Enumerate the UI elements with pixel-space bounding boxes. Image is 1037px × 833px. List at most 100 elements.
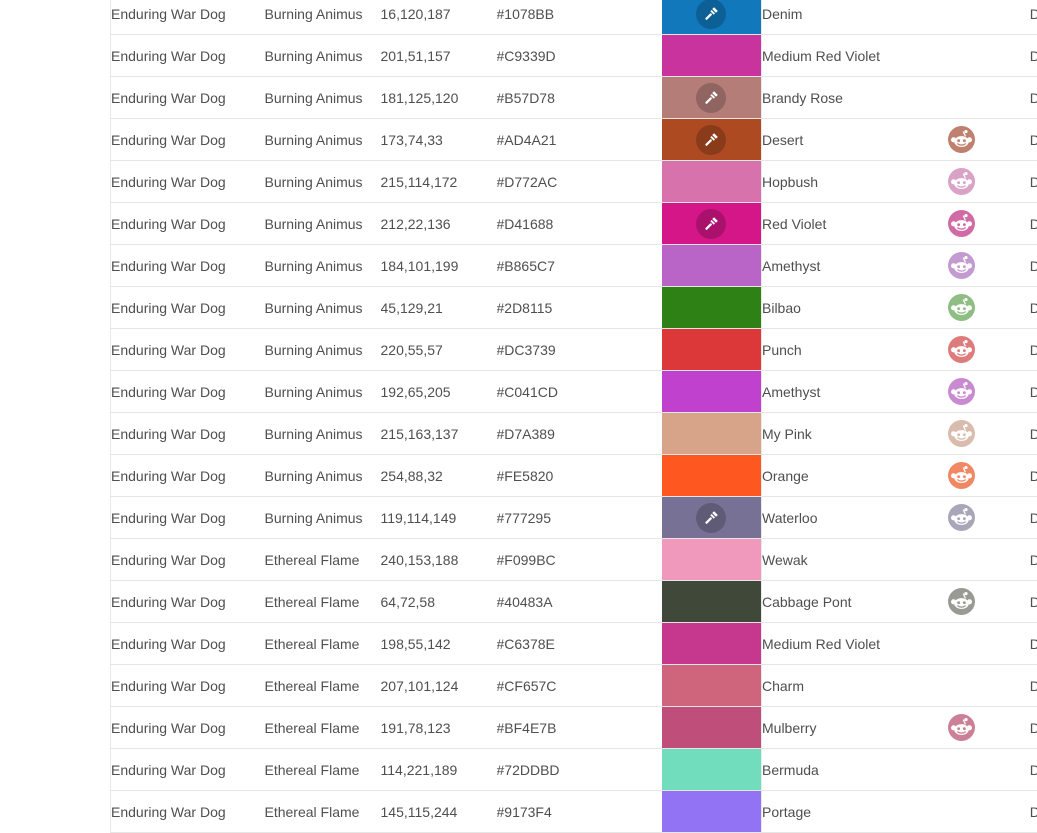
cell-badge xyxy=(927,371,997,413)
cell-details: Details xyxy=(997,581,1037,623)
gavel-icon[interactable] xyxy=(696,209,726,239)
gavel-icon[interactable] xyxy=(696,125,726,155)
color-swatch xyxy=(662,203,762,244)
details-link[interactable]: Details xyxy=(1030,342,1037,358)
cell-hex-value: #D7A389 xyxy=(497,413,662,455)
details-link[interactable]: Details xyxy=(1030,468,1037,484)
cell-group-name: Burning Animus xyxy=(265,203,381,245)
reddit-alien-icon[interactable] xyxy=(948,294,975,321)
reddit-alien-icon[interactable] xyxy=(948,714,975,741)
details-link[interactable]: Details xyxy=(1030,510,1037,526)
cell-rgb-value: 201,51,157 xyxy=(381,35,497,77)
cell-color-swatch xyxy=(662,287,762,329)
reddit-alien-icon[interactable] xyxy=(948,252,975,279)
details-link[interactable]: Details xyxy=(1030,174,1037,190)
cell-hex-value: #F099BC xyxy=(497,539,662,581)
color-swatch xyxy=(662,329,762,370)
reddit-alien-icon[interactable] xyxy=(948,126,975,153)
cell-color-swatch xyxy=(662,455,762,497)
details-link[interactable]: Details xyxy=(1030,678,1037,694)
cell-badge xyxy=(927,0,997,35)
cell-details: Details xyxy=(997,455,1037,497)
table-row: Enduring War DogBurning Animus181,125,12… xyxy=(111,77,1037,119)
gavel-icon[interactable] xyxy=(696,83,726,113)
cell-hex-value: #B57D78 xyxy=(497,77,662,119)
cell-hex-value: #C041CD xyxy=(497,371,662,413)
reddit-alien-icon[interactable] xyxy=(948,378,975,405)
details-link[interactable]: Details xyxy=(1030,300,1037,316)
cell-rgb-value: 207,101,124 xyxy=(381,665,497,707)
cell-entity-name: Enduring War Dog xyxy=(111,581,265,623)
cell-rgb-value: 215,114,172 xyxy=(381,161,497,203)
cell-entity-name: Enduring War Dog xyxy=(111,329,265,371)
color-swatch xyxy=(662,665,762,706)
table-row: Enduring War DogBurning Animus201,51,157… xyxy=(111,35,1037,77)
details-link[interactable]: Details xyxy=(1030,594,1037,610)
reddit-alien-icon[interactable] xyxy=(948,504,975,531)
details-link[interactable]: Details xyxy=(1030,90,1037,106)
details-link[interactable]: Details xyxy=(1030,426,1037,442)
table-row: Enduring War DogEthereal Flame240,153,18… xyxy=(111,539,1037,581)
cell-color-name: Desert xyxy=(762,119,927,161)
details-link[interactable]: Details xyxy=(1030,720,1037,736)
cell-group-name: Burning Animus xyxy=(265,77,381,119)
gavel-icon[interactable] xyxy=(696,0,726,29)
cell-hex-value: #1078BB xyxy=(497,0,662,35)
cell-badge xyxy=(927,287,997,329)
cell-color-name: Amethyst xyxy=(762,371,927,413)
cell-hex-value: #C6378E xyxy=(497,623,662,665)
cell-badge xyxy=(927,245,997,287)
details-link[interactable]: Details xyxy=(1030,258,1037,274)
cell-details: Details xyxy=(997,77,1037,119)
cell-entity-name: Enduring War Dog xyxy=(111,0,265,35)
details-link[interactable]: Details xyxy=(1030,384,1037,400)
reddit-alien-icon[interactable] xyxy=(948,168,975,195)
table-row: Enduring War DogBurning Animus192,65,205… xyxy=(111,371,1037,413)
reddit-alien-icon[interactable] xyxy=(948,588,975,615)
color-swatch xyxy=(662,119,762,160)
cell-group-name: Ethereal Flame xyxy=(265,623,381,665)
table-row: Enduring War DogEthereal Flame191,78,123… xyxy=(111,707,1037,749)
details-link[interactable]: Details xyxy=(1030,48,1037,64)
color-swatch xyxy=(662,539,762,580)
cell-badge xyxy=(927,665,997,707)
reddit-alien-icon[interactable] xyxy=(948,462,975,489)
cell-rgb-value: 64,72,58 xyxy=(381,581,497,623)
cell-group-name: Burning Animus xyxy=(265,497,381,539)
cell-group-name: Burning Animus xyxy=(265,287,381,329)
cell-color-name: Mulberry xyxy=(762,707,927,749)
cell-badge xyxy=(927,749,997,791)
details-link[interactable]: Details xyxy=(1030,6,1037,22)
table-row: Enduring War DogBurning Animus45,129,21#… xyxy=(111,287,1037,329)
cell-color-swatch xyxy=(662,245,762,287)
page-root: Enduring War DogBurning Animus16,120,187… xyxy=(0,0,1037,812)
cell-group-name: Burning Animus xyxy=(265,35,381,77)
cell-color-swatch xyxy=(662,0,762,35)
cell-rgb-value: 173,74,33 xyxy=(381,119,497,161)
cell-group-name: Burning Animus xyxy=(265,161,381,203)
cell-hex-value: #D41688 xyxy=(497,203,662,245)
details-link[interactable]: Details xyxy=(1030,132,1037,148)
cell-details: Details xyxy=(997,497,1037,539)
reddit-alien-icon[interactable] xyxy=(948,210,975,237)
color-swatch xyxy=(662,287,762,328)
details-link[interactable]: Details xyxy=(1030,552,1037,568)
cell-color-name: Bermuda xyxy=(762,749,927,791)
cell-hex-value: #D772AC xyxy=(497,161,662,203)
cell-group-name: Ethereal Flame xyxy=(265,749,381,791)
color-swatch xyxy=(662,161,762,202)
cell-entity-name: Enduring War Dog xyxy=(111,665,265,707)
cell-badge xyxy=(927,119,997,161)
reddit-alien-icon[interactable] xyxy=(948,420,975,447)
details-link[interactable]: Details xyxy=(1030,762,1037,778)
table-row: Enduring War DogBurning Animus220,55,57#… xyxy=(111,329,1037,371)
cell-group-name: Burning Animus xyxy=(265,413,381,455)
details-link[interactable]: Details xyxy=(1030,636,1037,652)
gavel-icon[interactable] xyxy=(696,503,726,533)
cell-group-name: Burning Animus xyxy=(265,455,381,497)
cell-entity-name: Enduring War Dog xyxy=(111,371,265,413)
reddit-alien-icon[interactable] xyxy=(948,336,975,363)
details-link[interactable]: Details xyxy=(1030,216,1037,232)
cell-badge xyxy=(927,497,997,539)
cell-rgb-value: 212,22,136 xyxy=(381,203,497,245)
